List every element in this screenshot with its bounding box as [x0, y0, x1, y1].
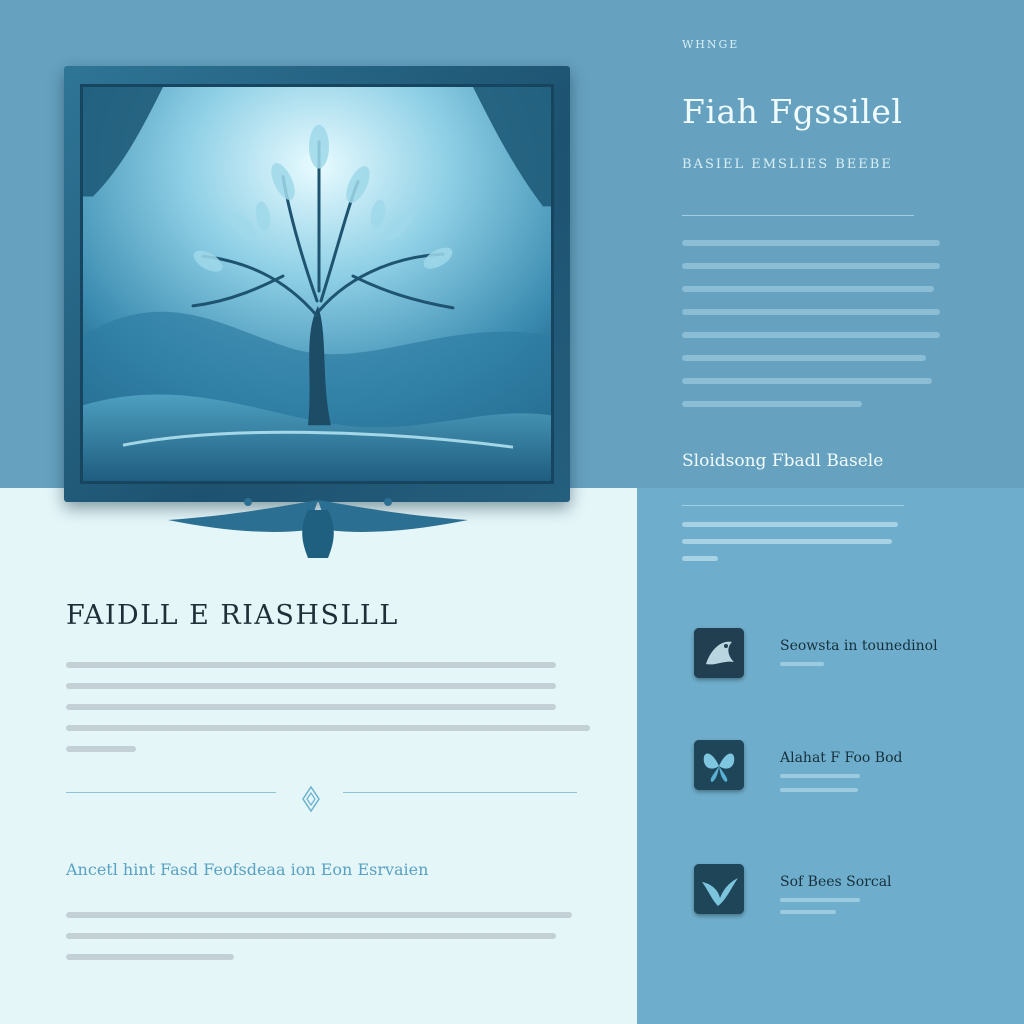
section-title: FAIDLL E RIASHSLLL	[66, 600, 399, 631]
feature-title: Alahat F Foo Bod	[780, 750, 903, 766]
feature-item[interactable]: Sof Bees Sorcal	[694, 864, 994, 924]
feature-title: Sof Bees Sorcal	[780, 874, 892, 890]
left-paragraph-placeholder	[66, 912, 572, 975]
feature-item[interactable]: Seowsta in tounedinol	[694, 628, 994, 688]
feature-subtitle-placeholder	[780, 662, 824, 666]
feature-subtitle-placeholder	[780, 788, 858, 792]
bird-icon	[694, 864, 744, 914]
feature-subtitle-placeholder	[780, 910, 836, 914]
frame-ornament-icon	[168, 498, 468, 558]
dragon-icon	[694, 628, 744, 678]
butterfly-icon	[694, 740, 744, 790]
feature-item[interactable]: Alahat F Foo Bod	[694, 740, 994, 800]
header-divider	[682, 215, 914, 216]
divider-line	[343, 792, 577, 793]
section-subtitle: Ancetl hint Fasd Feofsdeaa ion Eon Esrva…	[66, 860, 429, 879]
blue-tree-painting	[80, 84, 554, 484]
feature-subtitle-placeholder	[780, 898, 860, 902]
right-section-paragraph-placeholder	[682, 522, 898, 573]
divider-line	[66, 792, 276, 793]
left-paragraph-placeholder	[66, 662, 590, 767]
diamond-ornament-icon	[302, 785, 320, 813]
page-title: Fiah Fgssilel	[682, 92, 903, 131]
feature-subtitle-placeholder	[780, 774, 860, 778]
right-section-title: Sloidsong Fbadl Basele	[682, 451, 884, 471]
header-tags: BASIEL EMSLIES BEEBE	[682, 157, 893, 172]
feature-title: Seowsta in tounedinol	[780, 638, 938, 654]
right-section-divider	[682, 505, 904, 506]
header-paragraph-placeholder	[682, 240, 940, 424]
header-kicker: WHNGE	[682, 38, 740, 51]
painting-frame	[64, 66, 570, 502]
